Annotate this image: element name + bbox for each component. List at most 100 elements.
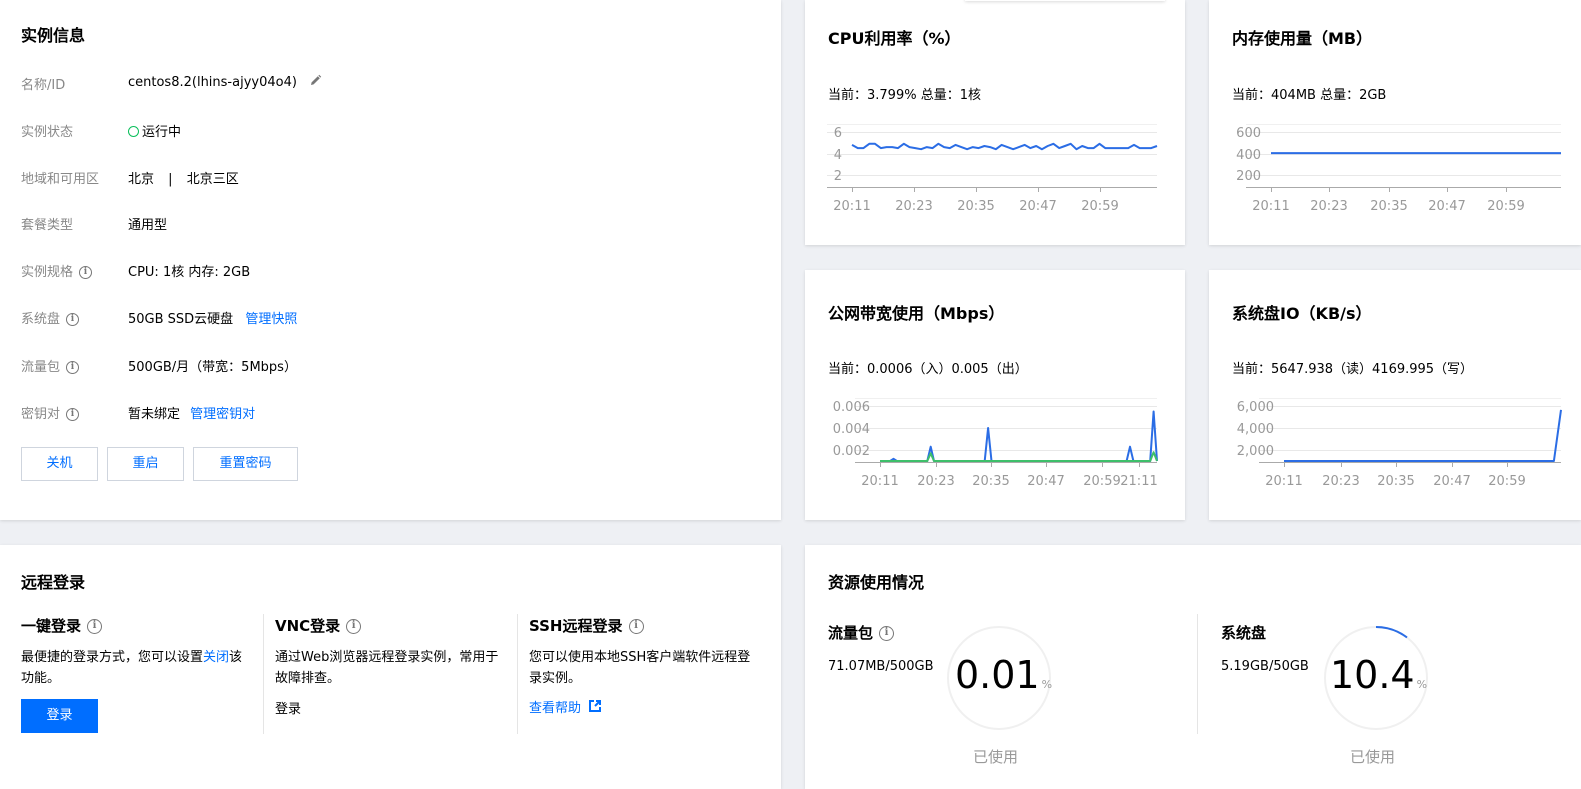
info-icon[interactable]: i [346,619,362,634]
info-icon[interactable]: i [66,408,80,421]
percent-unit: % [1041,678,1053,691]
divider [263,614,264,734]
one-click-login-desc: 最便捷的登录方式，您可以设置关闭该功能。 [21,647,251,689]
y-tick-label: 4,000 [1237,422,1274,437]
info-icon[interactable]: i [87,619,103,634]
remote-login-title: 远程登录 [21,573,86,592]
disk-io-line-chart[interactable]: 6,000 4,000 2,000 20:11 20:23 20:35 20:47 20:59 [1209,270,1581,520]
ring-progress [1375,626,1408,639]
info-icon[interactable]: i [879,626,895,641]
x-tick-label: 20:23 [1310,199,1347,214]
traffic-package-title-text: 流量包 [828,624,874,642]
info-icon[interactable]: i [66,313,80,326]
x-tick-label: 20:23 [1322,474,1359,489]
vnc-login-title: VNC登录 i [275,615,362,636]
system-disk-amount: 5.19GB/50GB [1221,659,1309,674]
system-disk-text: 50GB SSD云硬盘 [128,312,234,327]
y-tick-label: 2,000 [1237,444,1274,459]
y-tick-label: 6 [834,126,842,141]
value-traffic-package: 500GB/月（带宽：5Mbps） [128,360,297,375]
cpu-line-chart[interactable]: 6 4 2 20:11 20:23 20:35 20:47 20:59 [805,0,1185,245]
x-tick-label: 20:11 [1252,199,1289,214]
edit-name-icon[interactable] [309,74,322,91]
x-tick-label: 20:23 [917,474,954,489]
reset-password-button[interactable]: 重置密码 [193,447,298,481]
external-link-icon[interactable] [589,698,602,719]
value-spec: CPU: 1核 内存: 2GB [128,265,251,280]
x-tick-label: 20:59 [1083,474,1120,489]
value-key-pair: 暂未绑定 管理密钥对 [128,403,255,422]
y-tick-label: 2 [834,169,842,184]
x-tick-label: 20:35 [972,474,1009,489]
info-icon[interactable]: i [66,361,80,374]
info-icon[interactable]: i [79,266,93,279]
info-icon[interactable]: i [628,619,644,634]
traffic-package-amount: 71.07MB/500GB [828,659,934,674]
percent-unit: % [1416,678,1428,691]
instance-info-title: 实例信息 [21,26,86,45]
spec-label-text: 实例规格 [21,265,74,280]
x-tick-label: 20:47 [1433,474,1470,489]
x-tick-label: 20:59 [1081,199,1118,214]
label-region: 地域和可用区 [21,172,100,187]
traffic-percent-value: 0.01 [955,653,1040,697]
key-pair-text: 暂未绑定 [128,407,181,422]
series-line [851,142,1158,151]
x-tick-label: 20:23 [895,199,932,214]
label-status: 实例状态 [21,125,74,140]
vnc-login-title-text: VNC登录 [275,617,341,635]
ssh-login-title-text: SSH远程登录 [529,617,623,635]
ssh-help-link[interactable]: 查看帮助 [529,701,581,716]
series-line [1284,409,1562,462]
label-key-pair: 密钥对 i [21,403,80,422]
system-disk-title: 系统盘 [1221,624,1267,642]
one-click-desc-part1: 最便捷的登录方式，您可以设置 [21,650,204,665]
vnc-login-link[interactable]: 登录 [275,699,301,720]
x-tick-label: 20:35 [957,199,994,214]
value-name-id: centos8.2(lhins-ajyy04o4) [128,74,322,91]
y-tick-label: 6,000 [1237,400,1274,415]
y-tick-label: 0.004 [833,422,870,437]
ssh-login-desc: 您可以使用本地SSH客户端软件远程登录实例。 [529,650,751,686]
series-line [880,410,1158,462]
bandwidth-line-chart[interactable]: 0.006 0.004 0.002 20:11 20:23 20:35 20:47 20:59… [805,270,1185,520]
x-tick-label: 21:11 [1120,474,1157,489]
region-separator: | [168,172,173,187]
memory-line-chart[interactable]: 600 400 200 20:11 20:23 20:35 20:47 20:59 [1209,0,1581,245]
restart-button[interactable]: 重启 [107,447,184,481]
manage-key-pair-link[interactable]: 管理密钥对 [190,407,255,422]
x-tick-label: 20:35 [1370,199,1407,214]
value-region: 北京 | 北京三区 [128,168,239,187]
y-tick-label: 0.002 [833,444,870,459]
x-tick-label: 20:47 [1019,199,1056,214]
instance-name: centos8.2(lhins-ajyy04o4) [128,75,297,90]
traffic-used-label: 已使用 [973,748,1019,766]
one-click-login-button[interactable]: 登录 [21,699,98,733]
x-tick-label: 20:59 [1488,474,1525,489]
resource-usage-title: 资源使用情况 [828,573,925,592]
value-status: 运行中 [128,121,181,140]
status-text: 运行中 [142,125,182,140]
y-tick-label: 400 [1236,148,1261,163]
one-click-login-title: 一键登录 i [21,615,103,636]
region-text: 北京 [128,172,155,187]
disable-one-click-link[interactable]: 关闭 [203,650,229,665]
y-tick-label: 4 [834,148,842,163]
ssh-login-title: SSH远程登录 i [529,615,644,636]
traffic-package-title: 流量包 i [828,622,895,643]
disk-io-card: 系统盘IO（KB/s） 当前：5647.938（读）4169.995（写） 6,… [1209,270,1581,520]
disk-usage-percent: 10.4% [1330,653,1427,697]
system-disk-label-text: 系统盘 [21,312,61,327]
label-spec: 实例规格 i [21,261,93,280]
divider [1197,614,1198,734]
disk-used-label: 已使用 [1350,748,1396,766]
manage-snapshots-link[interactable]: 管理快照 [245,312,297,327]
label-traffic-package: 流量包 i [21,356,80,375]
one-click-login-title-text: 一键登录 [21,617,82,635]
series-line [880,451,1158,462]
x-tick-label: 20:11 [861,474,898,489]
value-system-disk: 50GB SSD云硬盘 管理快照 [128,308,297,327]
shutdown-button[interactable]: 关机 [21,447,98,481]
memory-usage-card: 内存使用量（MB） 当前：404MB 总量：2GB 600 400 200 20:11… [1209,0,1581,245]
ssh-help-link-row: 查看帮助 [529,698,602,719]
